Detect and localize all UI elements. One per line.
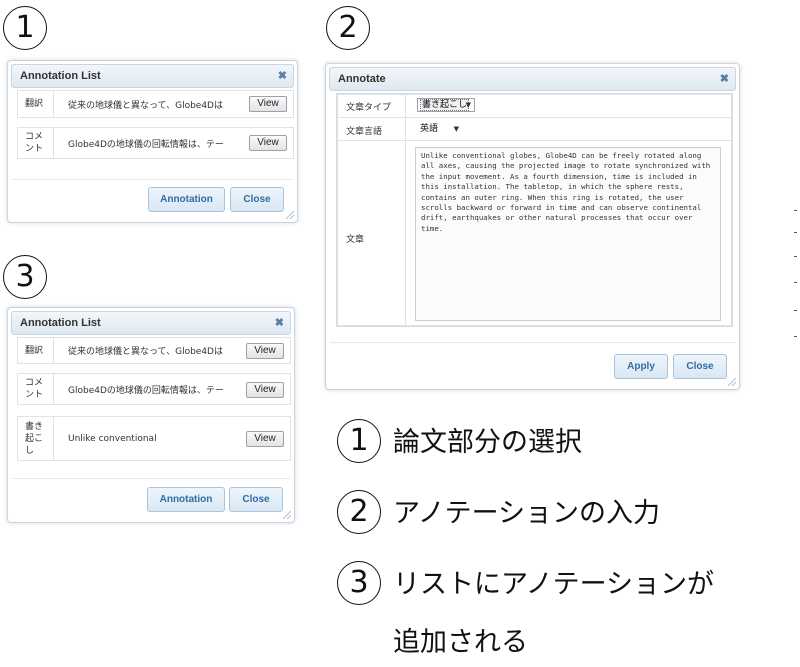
legend-step-2-badge: 2: [337, 490, 381, 534]
dialog-title: Annotation List: [20, 70, 101, 82]
dialog-divider: [12, 478, 290, 479]
annotation-button[interactable]: Annotation: [147, 487, 225, 512]
row-snippet: Unlike conventional: [68, 433, 157, 444]
list-item: 翻訳 従来の地球儀と異なって、Globe4Dは View: [17, 90, 294, 118]
type-select[interactable]: 書き起こし ▼: [417, 98, 475, 112]
legend-step-3-text-line1: リストにアノテーションが: [393, 569, 715, 600]
edge-mark: [794, 282, 797, 283]
row-snippet: 従来の地球儀と異なって、Globe4Dは: [68, 347, 223, 357]
view-button[interactable]: View: [246, 343, 284, 359]
edge-mark: [794, 256, 797, 257]
edge-mark: [794, 336, 797, 337]
text-label: 文章: [346, 235, 365, 245]
annotation-list-dialog-1: Annotation List ✖ 翻訳 従来の地球儀と異なって、Globe4D…: [7, 60, 298, 223]
edge-mark: [794, 310, 797, 311]
view-button[interactable]: View: [246, 382, 284, 398]
dialog-titlebar[interactable]: Annotate ✖: [329, 67, 736, 91]
step-3-badge: 3: [3, 255, 47, 299]
close-button[interactable]: Close: [673, 354, 727, 379]
type-label: 文章タイプ: [346, 103, 392, 113]
lang-select-value: 英語: [420, 124, 439, 134]
row-type-label-text: 書き起こし: [25, 421, 44, 456]
close-button[interactable]: Close: [230, 187, 284, 212]
lang-select[interactable]: 英語 ▼: [417, 122, 463, 136]
dialog-divider: [12, 179, 293, 180]
list-item: コメント Globe4Dの地球儀の回転情報は、テー View: [17, 127, 294, 159]
dialog-title: Annotate: [338, 73, 386, 85]
dialog-divider: [330, 342, 735, 343]
view-button[interactable]: View: [249, 135, 287, 151]
dialog-title: Annotation List: [20, 317, 101, 329]
row-type-label: コメント: [18, 128, 54, 158]
row-snippet: Globe4Dの地球儀の回転情報は、テー: [68, 385, 224, 396]
chevron-down-icon: ▼: [453, 125, 459, 133]
step-1-badge: 1: [3, 6, 47, 50]
dialog-titlebar[interactable]: Annotation List ✖: [11, 311, 291, 335]
legend-step-1-text: 論文部分の選択: [393, 427, 582, 458]
row-snippet: Globe4Dの地球儀の回転情報は、テー: [68, 139, 224, 150]
edge-mark: [794, 210, 797, 211]
list-item: 翻訳 従来の地球儀と異なって、Globe4Dは View: [17, 337, 291, 364]
legend-step-3-badge: 3: [337, 561, 381, 605]
apply-button[interactable]: Apply: [614, 354, 668, 379]
view-button[interactable]: View: [246, 431, 284, 447]
dialog-titlebar[interactable]: Annotation List ✖: [11, 64, 294, 88]
list-item: 書き起こし Unlike conventional View: [17, 416, 291, 461]
resize-handle[interactable]: [283, 511, 291, 519]
row-type-label: 翻訳: [18, 91, 54, 117]
row-type-label: 書き起こし: [18, 417, 54, 460]
annotation-button[interactable]: Annotation: [148, 187, 225, 212]
close-icon[interactable]: ✖: [278, 65, 287, 87]
row-type-label: コメント: [18, 374, 54, 404]
list-item: コメント Globe4Dの地球儀の回転情報は、テー View: [17, 373, 291, 405]
close-icon[interactable]: ✖: [275, 312, 284, 334]
resize-handle[interactable]: [286, 211, 294, 219]
chevron-down-icon: ▼: [465, 101, 471, 109]
type-select-value: 書き起こし: [420, 99, 470, 111]
annotation-textarea[interactable]: Unlike conventional globes, Globe4D can …: [415, 147, 721, 321]
annotate-dialog: Annotate ✖ 文章タイプ 書き起こし ▼ 文章言語 英語 ▼ 文章 Un…: [325, 63, 740, 390]
legend-step-1-badge: 1: [337, 419, 381, 463]
step-2-badge: 2: [326, 6, 370, 50]
row-type-label-text: コメント: [25, 132, 44, 154]
edge-mark: [794, 232, 797, 233]
row-snippet: 従来の地球儀と異なって、Globe4Dは: [68, 100, 223, 111]
view-button[interactable]: View: [249, 96, 287, 112]
close-icon[interactable]: ✖: [720, 68, 729, 90]
lang-label: 文章言語: [346, 127, 383, 137]
legend-step-2-text: アノテーションの入力: [393, 498, 661, 529]
resize-handle[interactable]: [728, 378, 736, 386]
row-type-label-text: コメント: [25, 378, 44, 400]
annotate-form: 文章タイプ 書き起こし ▼ 文章言語 英語 ▼ 文章 Unlike conven…: [336, 93, 733, 327]
row-type-label: 翻訳: [18, 338, 54, 363]
annotation-list-dialog-3: Annotation List ✖ 翻訳 従来の地球儀と異なって、Globe4D…: [7, 307, 295, 523]
close-button[interactable]: Close: [229, 487, 283, 512]
legend-step-3-text-line2: 追加される: [393, 627, 528, 658]
